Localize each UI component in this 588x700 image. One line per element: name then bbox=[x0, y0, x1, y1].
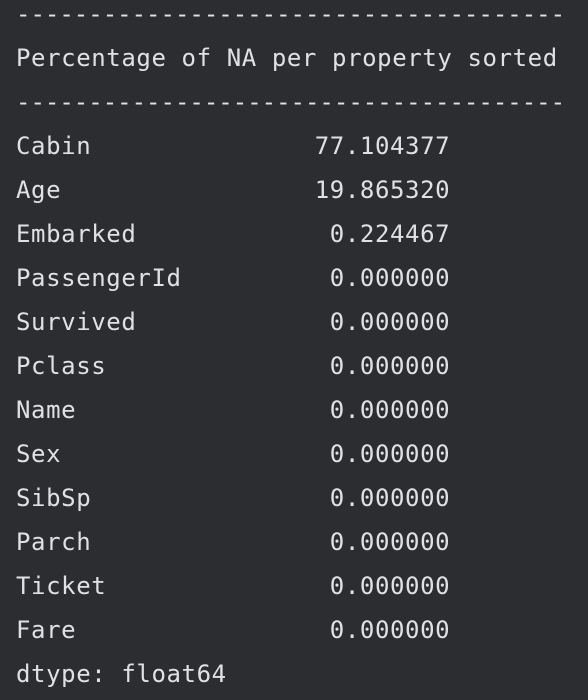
table-row: Survived 0.000000 bbox=[16, 300, 450, 344]
table-row: PassengerId 0.000000 bbox=[16, 256, 450, 300]
property-value: 0.000000 bbox=[329, 572, 451, 600]
table-row: Cabin 77.104377 bbox=[16, 124, 450, 168]
table-row: Pclass 0.000000 bbox=[16, 344, 450, 388]
divider-bottom: -------------------------------------- bbox=[16, 88, 566, 116]
property-name: Sex bbox=[16, 440, 62, 468]
table-row: Fare 0.000000 bbox=[16, 608, 450, 652]
table-row: Parch 0.000000 bbox=[16, 520, 450, 564]
property-name: Survived bbox=[16, 308, 137, 336]
property-value: 77.104377 bbox=[314, 132, 451, 160]
table-row: Age 19.865320 bbox=[16, 168, 450, 212]
property-name: Ticket bbox=[16, 572, 107, 600]
divider-top: -------------------------------------- bbox=[16, 0, 566, 28]
output-header: Percentage of NA per property sorted bbox=[16, 44, 558, 72]
property-name: PassengerId bbox=[16, 264, 182, 292]
table-row: SibSp 0.000000 bbox=[16, 476, 450, 520]
table-row: Embarked 0.224467 bbox=[16, 212, 450, 256]
property-value: 0.000000 bbox=[329, 396, 451, 424]
property-name: Age bbox=[16, 176, 62, 204]
property-name: Pclass bbox=[16, 352, 107, 380]
property-value: 0.224467 bbox=[329, 220, 451, 248]
table-row: Ticket 0.000000 bbox=[16, 564, 450, 608]
property-name: Embarked bbox=[16, 220, 137, 248]
property-value: 0.000000 bbox=[329, 440, 451, 468]
property-value: 0.000000 bbox=[329, 308, 451, 336]
console-output: -------------------------------------- P… bbox=[0, 0, 588, 700]
property-value: 0.000000 bbox=[329, 264, 451, 292]
property-value: 0.000000 bbox=[329, 484, 451, 512]
table-row: Sex 0.000000 bbox=[16, 432, 450, 476]
property-value: 0.000000 bbox=[329, 528, 451, 556]
property-value: 0.000000 bbox=[329, 352, 451, 380]
property-name: Name bbox=[16, 396, 77, 424]
property-name: Fare bbox=[16, 616, 77, 644]
property-name: SibSp bbox=[16, 484, 92, 512]
property-value: 19.865320 bbox=[314, 176, 451, 204]
property-name: Cabin bbox=[16, 132, 92, 160]
table-row: Name 0.000000 bbox=[16, 388, 450, 432]
dtype-line: dtype: float64 bbox=[16, 660, 227, 688]
property-value: 0.000000 bbox=[329, 616, 451, 644]
property-name: Parch bbox=[16, 528, 92, 556]
